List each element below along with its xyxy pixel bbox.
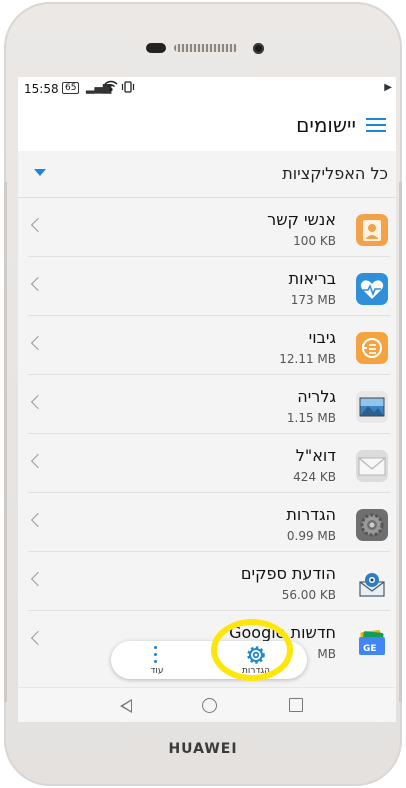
page-title: יישומים [296, 113, 356, 137]
app-row-email[interactable]: דוא"ל 424 KB [18, 434, 396, 493]
settings-icon [356, 509, 388, 541]
app-row-health[interactable]: בריאות 173 MB [18, 257, 396, 316]
chevron-left-icon [30, 276, 46, 292]
play-store-notification-icon: ▶ [384, 82, 392, 93]
more-vert-icon [154, 646, 158, 664]
app-name: דוא"ל [295, 446, 336, 465]
chevron-left-icon [30, 217, 46, 233]
backup-icon [356, 332, 388, 364]
home-icon[interactable] [202, 698, 217, 713]
chevron-left-icon [30, 512, 46, 528]
chevron-left-icon [30, 335, 46, 351]
app-row-backup[interactable]: גיבוי 12.11 MB [18, 316, 396, 375]
app-filter-dropdown[interactable]: כל האפליקציות [18, 151, 396, 198]
dropdown-arrow-icon [34, 169, 46, 176]
app-size: 56.00 KB [281, 588, 336, 602]
app-row-contacts[interactable]: אנשי קשר 100 KB [18, 198, 396, 257]
apps-list: אנשי קשר 100 KB בריאות 173 MB גיבוי 12.1… [18, 198, 396, 670]
app-row-provider-message[interactable]: הודעת ספקים 56.00 KB [18, 552, 396, 611]
app-size: 0.99 MB [286, 529, 336, 543]
health-icon [356, 273, 388, 305]
recent-apps-icon[interactable] [289, 698, 303, 712]
back-icon[interactable] [120, 699, 132, 713]
chevron-left-icon [30, 630, 46, 646]
highlight-circle [211, 619, 293, 681]
more-button[interactable]: עוד [127, 644, 187, 678]
svg-text:GE: GE [363, 644, 377, 654]
provider-message-icon [356, 568, 388, 600]
phone-edge-right [399, 182, 402, 702]
phone-edge-left [4, 182, 7, 702]
app-size: 100 KB [293, 234, 336, 248]
app-row-settings[interactable]: הגדרות 0.99 MB [18, 493, 396, 552]
chevron-left-icon [30, 571, 46, 587]
navigation-bar [18, 687, 396, 722]
app-size: MB [317, 647, 336, 661]
status-badge: 65 [62, 82, 80, 94]
app-size: 424 KB [293, 470, 336, 484]
status-time: 15:58 [24, 82, 59, 96]
app-name: בריאות [288, 269, 336, 288]
app-size: 12.11 MB [279, 352, 336, 366]
app-row-gallery[interactable]: גלריה 1.15 MB [18, 375, 396, 434]
app-size: 1.15 MB [286, 411, 336, 425]
brand-logo: HUAWEI [168, 741, 238, 757]
gallery-icon [356, 391, 388, 423]
app-bar: יישומים [18, 101, 396, 151]
app-size: 173 MB [290, 293, 336, 307]
app-name: גיבוי [308, 328, 336, 347]
google-news-icon: GE [356, 627, 388, 659]
app-name: הגדרות [286, 505, 336, 524]
status-bar: 15:58 65 ▂▄▆ ▶ [18, 77, 396, 101]
app-name: גלריה [297, 387, 336, 406]
vibrate-icon [121, 81, 135, 96]
proximity-sensor [146, 43, 166, 53]
menu-icon[interactable] [364, 115, 388, 135]
filter-label: כל האפליקציות [282, 164, 388, 183]
more-label: עוד [150, 666, 164, 676]
chevron-left-icon [30, 453, 46, 469]
chevron-left-icon [30, 394, 46, 410]
app-name: אנשי קשר [267, 210, 336, 229]
earpiece-speaker [174, 44, 238, 52]
wifi-icon [104, 80, 118, 95]
front-camera [253, 43, 264, 54]
contacts-icon [356, 214, 388, 246]
screen: 15:58 65 ▂▄▆ ▶ יישומים כל האפליקציות אנש… [18, 77, 396, 722]
app-name: הודעת ספקים [240, 564, 336, 583]
email-icon [356, 450, 388, 482]
